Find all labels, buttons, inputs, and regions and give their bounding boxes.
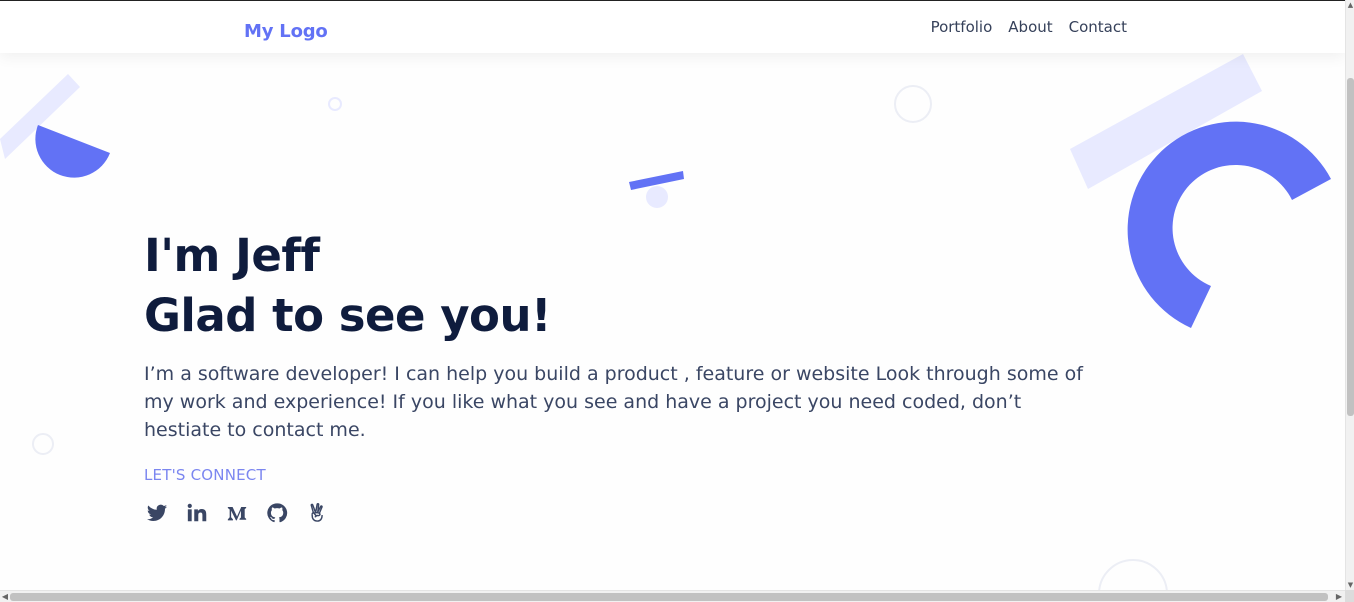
decor-ring-bottom	[1098, 559, 1168, 590]
hero-section: I'm Jeff Glad to see you! I’m a software…	[144, 226, 1104, 526]
github-icon[interactable]	[264, 500, 290, 526]
scroll-up-arrow-icon[interactable]: ▲	[1347, 0, 1354, 10]
nav-link-portfolio[interactable]: Portfolio	[931, 18, 993, 36]
hero-title-line1: I'm Jeff	[144, 229, 320, 282]
nav-link-about[interactable]: About	[1008, 18, 1052, 36]
horizontal-scrollbar-thumb[interactable]	[10, 593, 1328, 601]
decor-ring-left	[32, 433, 54, 455]
nav-menu: Portfolio About Contact	[931, 18, 1127, 36]
vertical-scrollbar-thumb[interactable]	[1347, 78, 1354, 416]
navbar: My Logo Portfolio About Contact	[0, 1, 1345, 53]
page: My Logo Portfolio About Contact I'm Jeff…	[0, 0, 1345, 590]
scroll-down-arrow-icon[interactable]: ▼	[1347, 580, 1354, 590]
decor-arc-right	[1127, 121, 1331, 328]
hero-intro: I’m a software developer! I can help you…	[144, 363, 1083, 441]
decor-ring-top	[894, 85, 932, 123]
scroll-left-arrow-icon[interactable]: ◀	[0, 591, 10, 602]
logo[interactable]: My Logo	[244, 21, 328, 42]
scrollbar-corner	[1345, 590, 1354, 602]
horizontal-scrollbar[interactable]: ◀ ▶	[0, 590, 1345, 602]
hero-title-line2: Glad to see you!	[144, 289, 552, 342]
twitter-icon[interactable]	[144, 500, 170, 526]
medium-icon[interactable]	[224, 500, 250, 526]
decor-half-disc	[35, 125, 110, 178]
decor-dot-center	[646, 186, 668, 208]
connect-label: LET'S CONNECT	[144, 466, 266, 484]
vertical-scrollbar[interactable]: ▲ ▼	[1345, 0, 1354, 590]
angellist-icon[interactable]	[304, 500, 330, 526]
social-links	[144, 500, 1104, 526]
scroll-right-arrow-icon[interactable]: ▶	[1334, 591, 1344, 602]
decor-small-ring	[328, 97, 342, 111]
nav-link-contact[interactable]: Contact	[1069, 18, 1127, 36]
linkedin-icon[interactable]	[184, 500, 210, 526]
